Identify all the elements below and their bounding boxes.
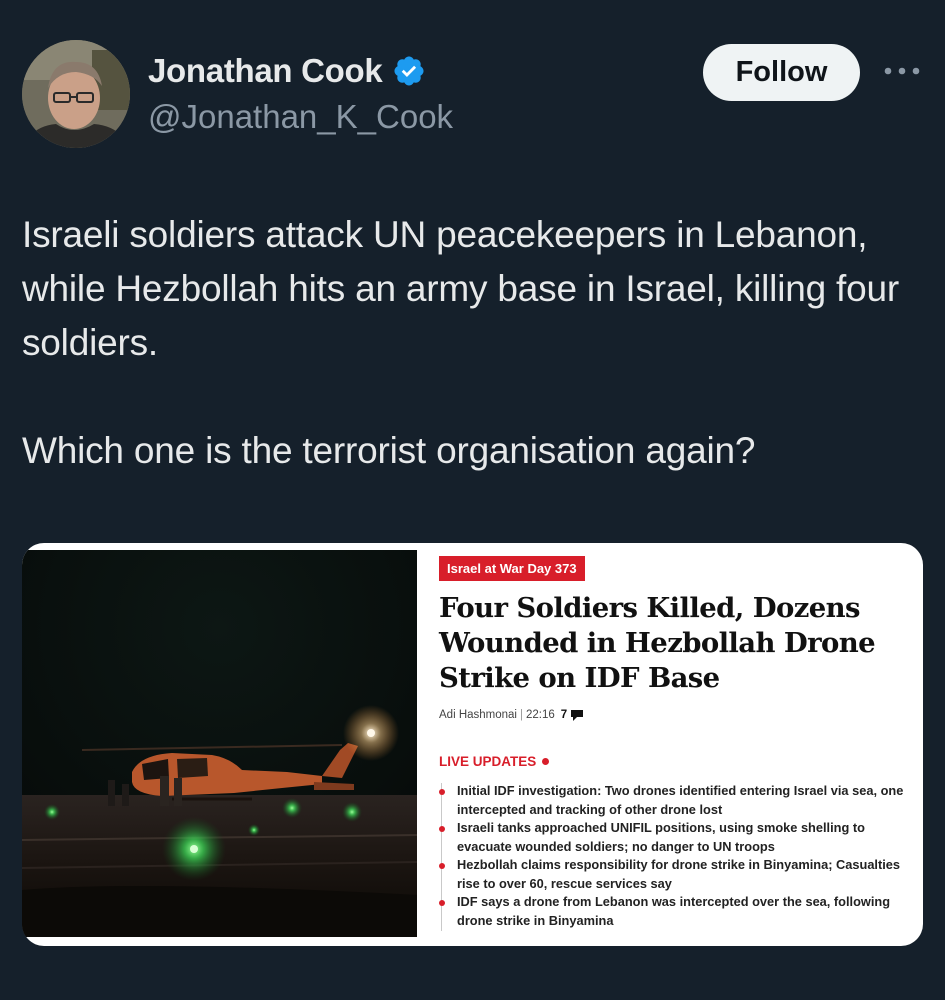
verified-badge-icon <box>394 56 424 86</box>
live-update-item: Initial IDF investigation: Two drones id… <box>457 783 904 817</box>
live-updates-label: LIVE UPDATES <box>439 754 550 769</box>
avatar[interactable] <box>22 40 130 148</box>
avatar-photo <box>22 40 130 148</box>
comment-count: 7 <box>560 709 568 721</box>
article-byline: Adi Hashmonai | 22:16 7 <box>439 709 584 721</box>
update-bullet <box>439 863 445 869</box>
update-bullet <box>439 789 445 795</box>
update-bullet <box>439 900 445 906</box>
live-update-item: Hezbollah claims responsibility for dron… <box>457 857 901 891</box>
article-screenshot: Israel at War Day 373 Four Soldiers Kill… <box>437 543 923 946</box>
author-handle[interactable]: @Jonathan_K_Cook <box>148 98 453 136</box>
article-headline: Four Soldiers Killed, Dozens Wounded in … <box>439 592 876 694</box>
more-options-icon[interactable] <box>882 64 922 78</box>
live-indicator <box>542 758 550 765</box>
author-name-text: Jonathan Cook <box>148 52 383 89</box>
tweet-text: Israeli soldiers attack UN peacekeepers … <box>22 208 912 478</box>
author-display-name[interactable]: Jonathan Cook <box>148 52 426 90</box>
helicopter-photo <box>22 550 417 937</box>
live-update-item: Israeli tanks approached UNIFIL position… <box>457 820 865 854</box>
live-update-item: IDF says a drone from Lebanon was interc… <box>457 894 891 928</box>
follow-button[interactable]: Follow <box>703 44 860 101</box>
section-badge: Israel at War Day 373 <box>439 556 585 581</box>
article-time: 22:16 <box>525 709 555 721</box>
tweet-media-image[interactable]: Israel at War Day 373 Four Soldiers Kill… <box>22 543 923 946</box>
tweet-paragraph: Which one is the terrorist organisation … <box>22 430 756 471</box>
tweet-paragraph: Israeli soldiers attack UN peacekeepers … <box>22 214 900 363</box>
article-author: Adi Hashmonai <box>439 709 517 721</box>
timeline-line <box>441 783 442 931</box>
update-bullet <box>439 826 445 832</box>
comment-icon <box>571 709 584 721</box>
live-updates-text: LIVE UPDATES <box>439 754 537 769</box>
